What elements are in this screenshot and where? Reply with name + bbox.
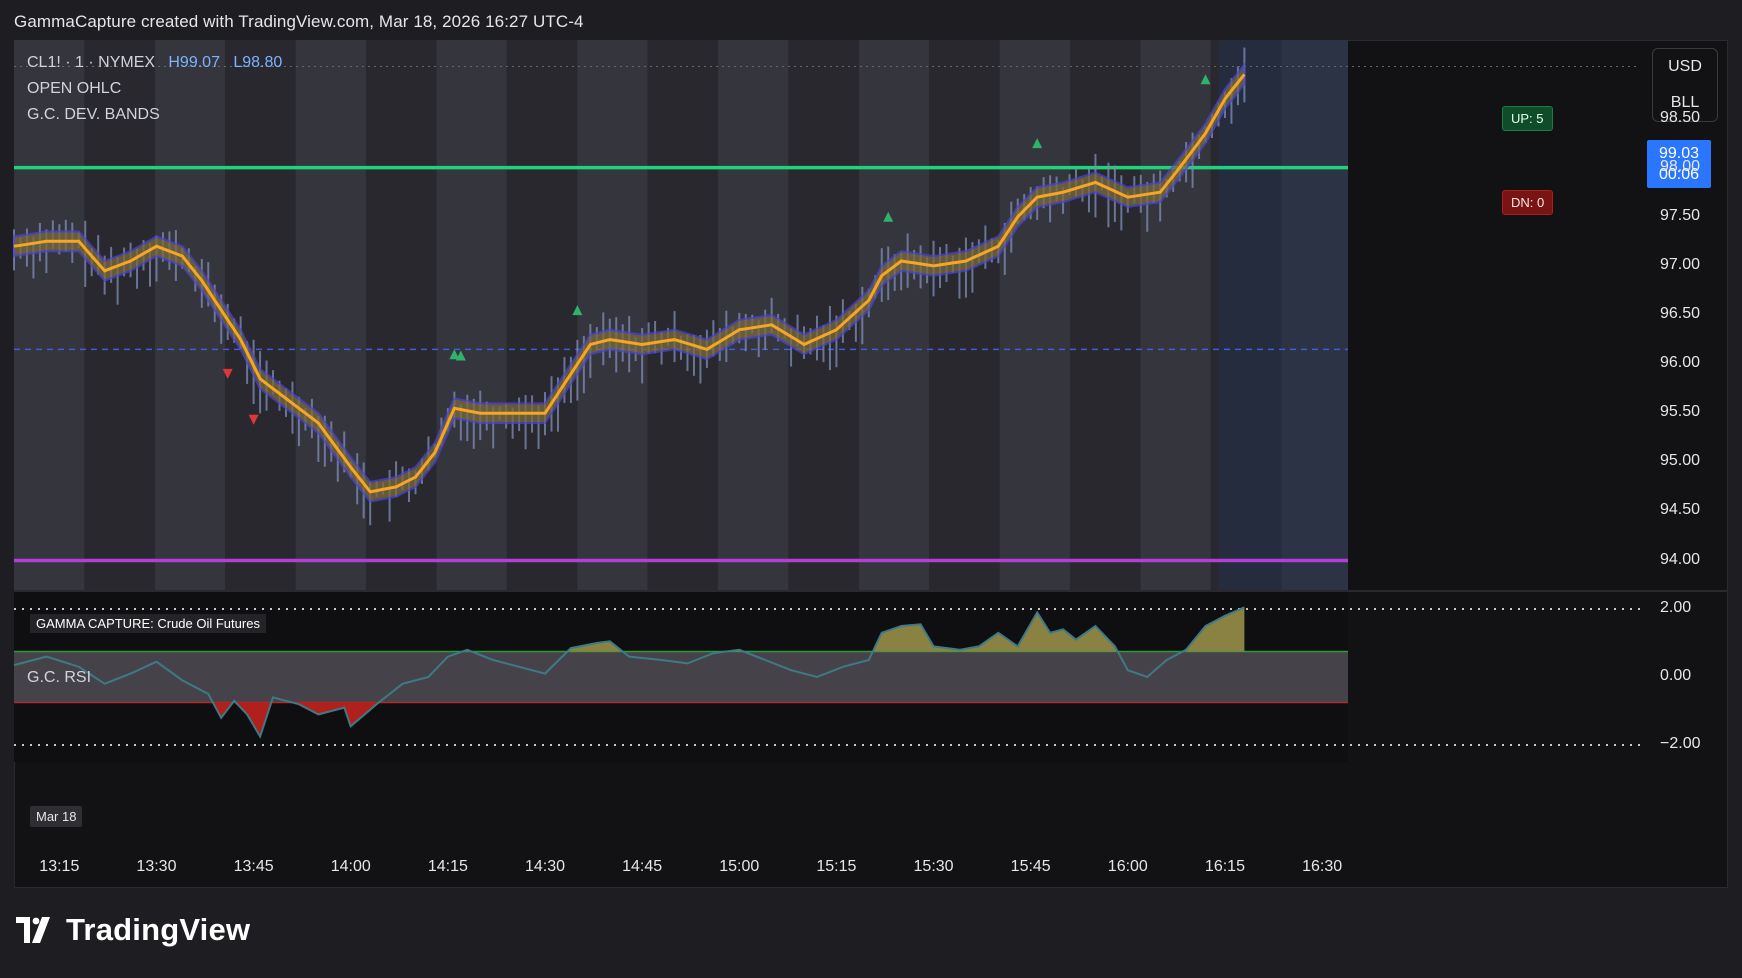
session-stripe	[506, 40, 578, 590]
price-tick-label: 95.50	[1660, 403, 1701, 421]
price-tick-label: 98.50	[1660, 108, 1701, 126]
time-tick-label: 16:30	[1302, 858, 1343, 875]
tradingview-logo-icon	[16, 917, 50, 943]
high-value: H99.07	[168, 54, 220, 71]
price-tick-label: 94.50	[1660, 501, 1701, 519]
tradingview-logo: TradingView	[16, 912, 250, 948]
rsi-pane-title[interactable]: G.C. RSI	[27, 669, 91, 687]
time-tick-label: 13:45	[233, 858, 274, 875]
indicator-legend-ohlc[interactable]: OPEN OHLC	[27, 80, 121, 98]
rsi-tick-label: 2.00	[1660, 599, 1692, 616]
session-stripe	[1140, 40, 1211, 590]
price-tick-label: 95.00	[1660, 452, 1701, 470]
price-tick-label: 94.00	[1660, 550, 1701, 568]
price-tick-label: 97.50	[1660, 206, 1701, 224]
session-stripe	[225, 40, 296, 590]
support-line-label: GAMMA CAPTURE: Crude Oil Futures	[30, 614, 266, 633]
session-stripe	[295, 40, 366, 590]
down-count-tag: DN: 0	[1502, 190, 1554, 215]
time-tick-label: 16:15	[1204, 858, 1245, 875]
time-tick-label: 16:00	[1107, 858, 1148, 875]
price-tick-label: 96.50	[1660, 305, 1701, 322]
session-stripe	[366, 40, 437, 590]
currency-label[interactable]: USD	[1653, 49, 1717, 85]
date-marker: Mar 18	[30, 806, 83, 827]
time-tick-label: 13:15	[39, 858, 80, 875]
time-tick-label: 14:45	[622, 858, 663, 875]
session-stripe	[929, 40, 1000, 590]
chart-canvas[interactable]	[0, 0, 1742, 978]
session-stripe	[647, 40, 718, 590]
time-tick-label: 15:45	[1010, 858, 1051, 875]
session-stripe	[436, 40, 507, 590]
up-count-tag: UP: 5	[1502, 106, 1553, 131]
indicator-legend-bands[interactable]: G.C. DEV. BANDS	[27, 106, 160, 124]
time-tick-label: 14:15	[427, 858, 468, 875]
time-tick-label: 15:30	[913, 858, 954, 875]
time-tick-label: 14:00	[330, 858, 371, 875]
time-tick-label: 14:30	[524, 858, 566, 875]
price-tick-label: 98.00	[1660, 157, 1701, 175]
price-tick-label: 96.00	[1660, 354, 1701, 372]
low-value: L98.80	[233, 54, 283, 71]
rsi-tick-label: −2.00	[1660, 735, 1701, 752]
session-stripe	[577, 40, 648, 590]
price-tick-label: 97.00	[1660, 255, 1701, 273]
time-tick-label: 15:00	[719, 858, 760, 875]
time-tick-label: 15:15	[816, 858, 857, 875]
symbol-legend[interactable]: CL1! · 1 · NYMEX H99.07 L98.80	[27, 54, 282, 72]
time-tick-label: 13:30	[136, 858, 177, 875]
symbol-name[interactable]: CL1! · 1 · NYMEX	[27, 54, 155, 71]
brand-name: TradingView	[66, 912, 251, 947]
session-stripe	[1070, 40, 1141, 590]
session-stripe	[999, 40, 1070, 590]
rsi-tick-label: 0.00	[1660, 667, 1692, 684]
